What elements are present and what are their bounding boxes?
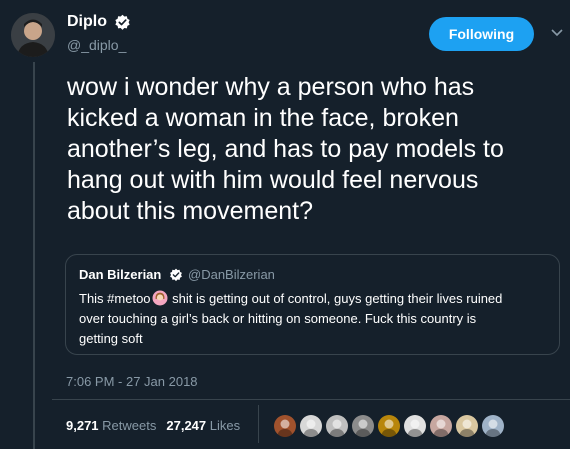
quoted-author-name: Dan Bilzerian [79,267,162,282]
tweet-card: Diplo @_diplo_ Following wow i wonder wh… [0,0,570,449]
quoted-line: over touching a girl’s back or hitting o… [79,311,477,326]
liker-avatar-icon[interactable] [324,413,350,439]
quoted-verified-badge-icon [170,268,182,282]
tweet-timestamp[interactable]: 7:06 PM - 27 Jan 2018 [66,374,198,389]
tweet-text: wow i wonder why a person who has kicked… [67,72,567,227]
liker-avatar-icon[interactable] [376,413,402,439]
retweets-stat[interactable]: 9,271 Retweets [66,418,156,433]
woman-emoji-icon [152,290,168,306]
quoted-author-handle: @DanBilzerian [188,267,275,282]
liker-avatar-icon[interactable] [350,413,376,439]
following-button[interactable]: Following [429,17,534,51]
thread-line [33,62,35,449]
tweet-line: another’s leg, and has to pay models to [67,135,504,163]
quoted-line: This #metoo shit is getting out of contr… [79,289,549,309]
liker-avatar-icon[interactable] [402,413,428,439]
chevron-down-icon[interactable] [551,28,563,38]
person-avatar-icon [11,13,55,57]
likes-count: 27,247 [166,418,207,433]
verified-badge-icon [115,14,130,30]
tweet-line: about this movement? [67,197,313,225]
stats-separator [258,405,259,443]
tweet-line: kicked a woman in the face, broken [67,104,459,132]
divider [52,399,570,400]
liker-avatar-icon[interactable] [480,413,506,439]
liker-avatar-icon[interactable] [428,413,454,439]
author-name[interactable]: Diplo [67,13,107,31]
tweet-line: hang out with him would feel nervous [67,166,479,194]
likes-stat[interactable]: 27,247 Likes [166,418,240,433]
author-avatar[interactable] [11,13,55,57]
author-handle[interactable]: @_diplo_ [67,37,126,53]
quoted-text-part: shit is getting out of control, guys get… [168,291,503,306]
quoted-text-part: This #metoo [79,291,151,306]
tweet-line: wow i wonder why a person who has [67,73,475,101]
liker-avatar-icon[interactable] [454,413,480,439]
liker-avatar-icon[interactable] [272,413,298,439]
engagement-stats: 9,271 Retweets 27,247 Likes [66,418,240,433]
quoted-line: getting soft [79,331,143,346]
liker-avatar-icon[interactable] [298,413,324,439]
quoted-tweet[interactable]: Dan Bilzerian @DanBilzerian This #metoo … [65,254,560,355]
retweets-label: Retweets [102,418,157,433]
likes-label: Likes [209,418,241,433]
quoted-tweet-text: This #metoo shit is getting out of contr… [79,289,549,349]
retweets-count: 9,271 [66,418,99,433]
